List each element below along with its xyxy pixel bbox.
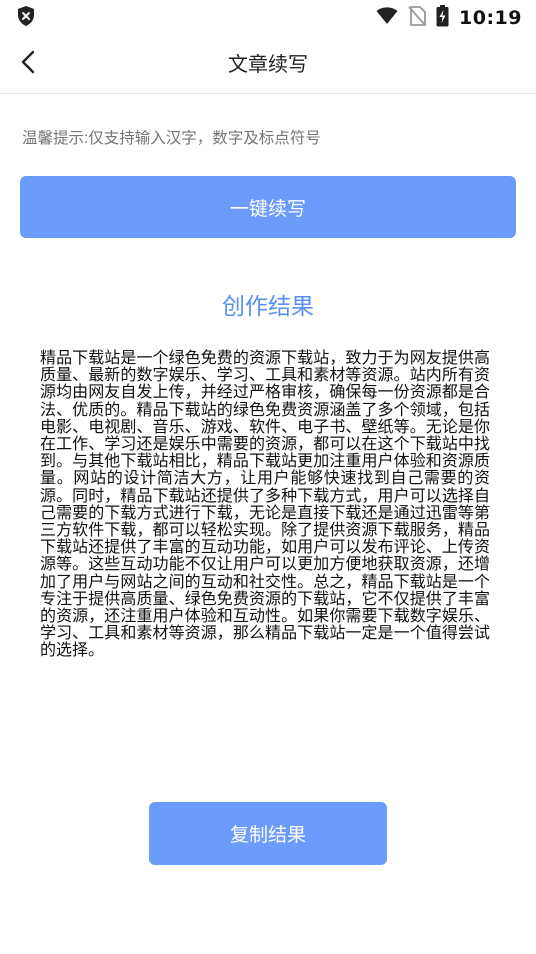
result-text: 精品下载站是一个绿色免费的资源下载站，致力于为网友提供高质量、最新的数字娱乐、学…	[40, 348, 490, 660]
no-sim-icon	[408, 6, 426, 30]
status-left	[16, 5, 36, 31]
copy-result-button[interactable]: 复制结果	[149, 802, 387, 865]
status-right: 10:19	[376, 5, 522, 31]
one-click-continue-button[interactable]: 一键续写	[20, 176, 516, 238]
nav-bar: 文章续写	[0, 36, 536, 94]
status-bar: 10:19	[0, 0, 536, 36]
result-heading: 创作结果	[222, 294, 314, 320]
article-input[interactable]	[22, 130, 516, 148]
wifi-icon	[376, 7, 398, 29]
page-title: 文章续写	[228, 52, 308, 76]
shield-x-icon	[16, 5, 36, 31]
status-time: 10:19	[459, 7, 522, 29]
battery-charging-icon	[436, 5, 449, 31]
